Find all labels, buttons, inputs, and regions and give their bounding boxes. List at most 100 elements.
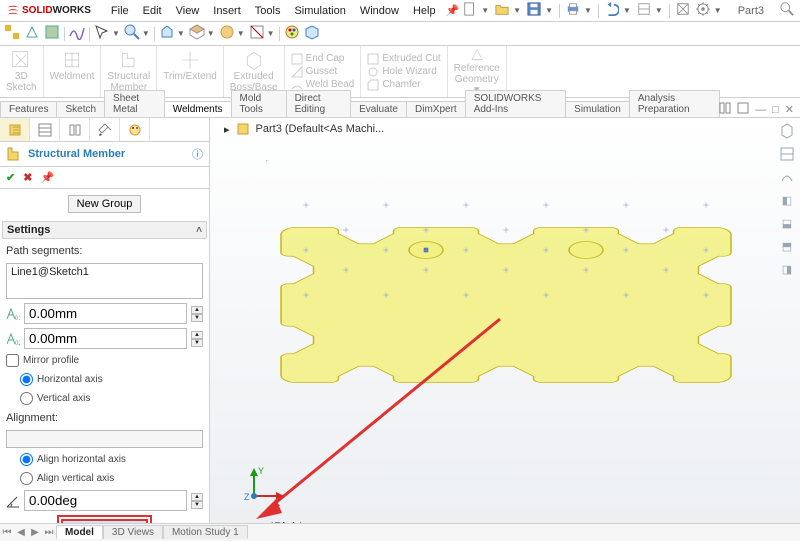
tab-features[interactable]: Features [0,101,57,117]
undo-icon[interactable] [605,2,619,19]
open-icon[interactable] [495,2,509,19]
pm-pushpin-icon[interactable]: 📌 [40,171,54,184]
ribbon-trim-extend[interactable]: Trim/Extend [157,46,224,97]
tab-weldments[interactable]: Weldments [164,101,232,117]
tab-mold-tools[interactable]: Mold Tools [231,90,287,117]
mirror-profile-checkbox[interactable]: Mirror profile [2,353,207,368]
hud-icon[interactable]: ◨ [778,260,796,278]
qa-appearance-icon[interactable] [284,24,300,43]
fm-tab-display[interactable] [120,118,150,141]
qa-magnify-icon[interactable] [124,24,140,43]
dim2-spinner[interactable]: ▲▼ [191,331,203,347]
menu-view[interactable]: View [170,3,206,19]
btab-model[interactable]: Model [56,525,103,539]
new-group-button[interactable]: New Group [68,195,142,213]
minimize-icon[interactable]: — [755,104,766,116]
dim1-input[interactable] [24,303,187,324]
tab-sheet-metal[interactable]: Sheet Metal [104,90,165,117]
menu-edit[interactable]: Edit [137,3,168,19]
menu-window[interactable]: Window [354,3,405,19]
hud-icon[interactable] [778,122,796,140]
tabs-right-icon[interactable] [737,102,749,117]
svg-text:Z: Z [244,492,250,502]
qa-scene-icon[interactable] [219,24,235,43]
align-vertical-radio[interactable]: Align vertical axis [2,471,207,486]
path-segments-input[interactable]: Line1@Sketch1 [6,263,203,299]
fm-tab-property[interactable] [30,118,60,141]
tab-sketch[interactable]: Sketch [56,101,105,117]
ribbon-weldment[interactable]: Weldment [44,46,102,97]
graphics-view[interactable]: ▸ Part3 (Default<As Machi... [210,118,800,539]
align-horizontal-radio[interactable]: Align horizontal axis [2,452,207,467]
ribbon-gusset[interactable]: Gusset [291,66,355,78]
qa-view-icon[interactable] [159,24,175,43]
tab-dimxpert[interactable]: DimXpert [406,101,466,117]
save-icon[interactable] [527,2,541,19]
qa-spline-icon[interactable] [69,24,85,43]
tab-direct-editing[interactable]: Direct Editing [286,90,352,117]
alignment-select[interactable] [6,430,203,448]
btab-first-icon[interactable]: ⏮ [0,527,14,538]
options-icon[interactable] [696,2,710,19]
menu-insert[interactable]: Insert [207,3,247,19]
dim2-input[interactable] [24,328,187,349]
ribbon-chamfer[interactable]: Chamfer [367,79,440,91]
settings-group-header[interactable]: Settings˄ [2,221,207,239]
menu-tools[interactable]: Tools [249,3,287,19]
angle-input[interactable] [24,490,187,511]
btab-motion-study[interactable]: Motion Study 1 [163,525,248,539]
ribbon-extruded-cut[interactable]: Extruded Cut [367,53,440,65]
menu-help[interactable]: Help [407,3,442,19]
pm-ok-button[interactable]: ✔ [6,171,15,184]
angle-spinner[interactable]: ▲▼ [191,493,203,509]
redo-icon[interactable] [637,2,651,19]
vertical-axis-radio[interactable]: Vertical axis [2,391,207,406]
new-icon[interactable] [463,2,477,19]
hud-icon[interactable] [778,168,796,186]
command-manager-tabs: Features Sketch Sheet Metal Weldments Mo… [0,98,800,118]
breadcrumb[interactable]: ▸ Part3 (Default<As Machi... [224,122,384,136]
rebuild-icon[interactable] [676,2,690,19]
svg-text:X: X [274,498,280,506]
view-triad[interactable]: Y X Z [244,464,286,509]
hud-icon[interactable]: ◧ [778,191,796,209]
tab-simulation[interactable]: Simulation [565,101,630,117]
btab-next-icon[interactable]: ▶ [28,527,42,538]
btab-prev-icon[interactable]: ◀ [14,527,28,538]
pin-icon[interactable]: 📌 [446,4,460,17]
maximize-icon[interactable]: □ [772,104,779,116]
menu-file[interactable]: File [105,3,135,19]
tab-sw-addins[interactable]: SOLIDWORKS Add-Ins [465,90,566,117]
btab-3d-views[interactable]: 3D Views [103,525,163,539]
ribbon-end-cap[interactable]: End Cap [291,53,355,65]
qa-icon[interactable] [24,24,40,43]
title-bar: SOLIDWORKS File Edit View Insert Tools S… [0,0,800,22]
ribbon-hole-wizard[interactable]: Hole Wizard [367,66,440,78]
qa-icon[interactable] [44,24,60,43]
tabs-right-icon[interactable] [719,102,731,117]
btab-last-icon[interactable]: ⏭ [42,527,56,538]
tab-evaluate[interactable]: Evaluate [350,101,407,117]
hud-icon[interactable]: ⬓ [778,214,796,232]
menu-simulation[interactable]: Simulation [288,3,351,19]
ribbon-3d-sketch[interactable]: 3DSketch [0,46,44,97]
fm-tab-config[interactable] [60,118,90,141]
close-icon[interactable]: ✕ [785,103,794,116]
qa-section-icon[interactable] [249,24,265,43]
search-icon[interactable] [780,2,794,19]
qa-icon[interactable] [4,24,20,43]
qa-box-icon[interactable] [304,24,320,43]
hud-icon[interactable] [778,145,796,163]
qa-display-icon[interactable] [189,24,205,43]
dim1-spinner[interactable]: ▲▼ [191,306,203,322]
fm-tab-dimxpert[interactable] [90,118,120,141]
print-icon[interactable] [566,2,580,19]
fm-tab-feature-tree[interactable] [0,118,30,141]
qa-select-icon[interactable] [94,24,110,43]
hud-icon[interactable]: ⬒ [778,237,796,255]
pm-cancel-button[interactable]: ✖ [23,171,32,184]
tab-analysis-prep[interactable]: Analysis Preparation [629,90,720,117]
ribbon-weld-bead[interactable]: Weld Bead [291,79,355,91]
horizontal-axis-radio[interactable]: Horizontal axis [2,372,207,387]
pm-help-icon[interactable]: ⓘ [192,146,203,162]
